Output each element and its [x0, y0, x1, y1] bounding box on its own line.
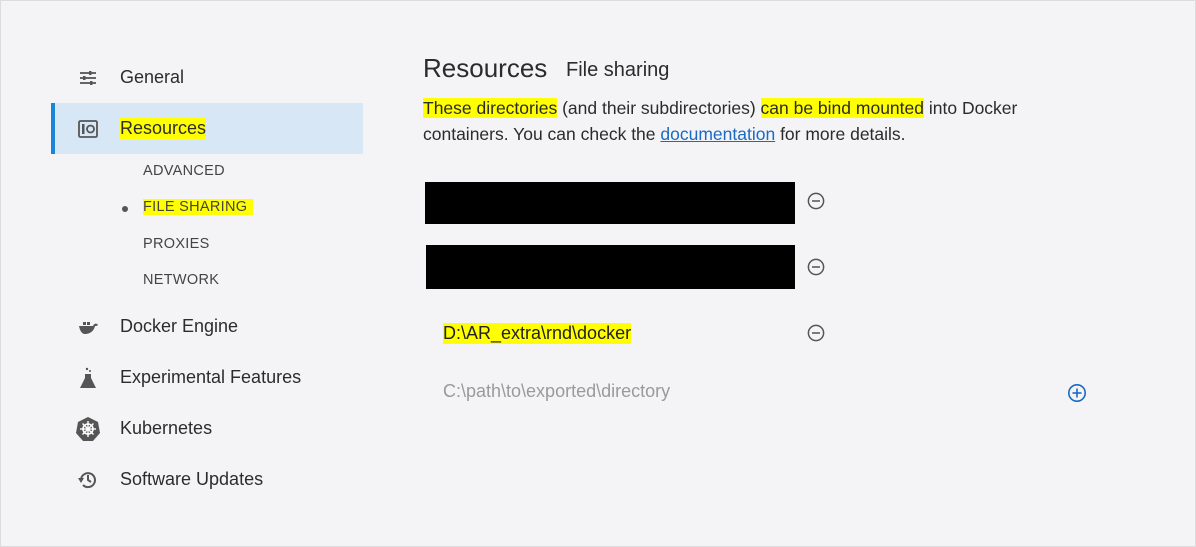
minus-circle-icon: [807, 324, 825, 342]
remove-directory-button[interactable]: [807, 192, 825, 210]
desc-part1: These directories: [423, 98, 558, 118]
page-subtitle: File sharing: [566, 59, 670, 81]
redacted-path: [426, 245, 795, 289]
sidebar-item-experimental[interactable]: Experimental Features: [51, 352, 363, 403]
description: These directories (and their subdirector…: [423, 95, 1083, 147]
sidebar: General Resources ADVANCED FILE SHARING …: [1, 1, 363, 546]
directory-row: [426, 245, 826, 289]
sidebar-item-general[interactable]: General: [51, 52, 363, 103]
page-title: Resources: [423, 53, 548, 83]
remove-directory-button[interactable]: [807, 258, 825, 276]
desc-part2: (and their subdirectories): [557, 98, 761, 118]
documentation-link[interactable]: documentation: [660, 124, 775, 144]
new-path-input[interactable]: [443, 381, 1043, 402]
desc-part3: can be bind mounted: [760, 98, 924, 118]
redacted-path: [425, 182, 795, 224]
sidebar-item-label: Kubernetes: [120, 418, 213, 438]
sidebar-item-label: Experimental Features: [120, 367, 302, 387]
sidebar-item-label: Resources: [120, 118, 207, 139]
sidebar-item-docker-engine[interactable]: Docker Engine: [51, 301, 363, 352]
sidebar-item-resources[interactable]: Resources: [51, 103, 363, 154]
subnav-item-file-sharing[interactable]: FILE SHARING: [143, 199, 254, 215]
directory-path: D:\AR_extra\rnd\docker: [443, 323, 632, 344]
sidebar-item-label: Docker Engine: [120, 316, 239, 336]
history-icon: [75, 467, 101, 493]
main-content: Resources File sharing These directories…: [423, 1, 1195, 546]
helm-icon: [75, 416, 101, 442]
subnav-item-proxies[interactable]: PROXIES: [143, 236, 210, 252]
directory-row: [425, 182, 825, 224]
directory-row: D:\AR_extra\rnd\docker: [425, 315, 825, 357]
add-directory-button[interactable]: [1067, 383, 1087, 403]
active-dot: [122, 206, 128, 212]
sidebar-item-software-updates[interactable]: Software Updates: [51, 454, 363, 505]
sidebar-item-label: Software Updates: [120, 469, 264, 489]
plus-circle-icon: [1068, 384, 1086, 402]
sliders-icon: [75, 65, 101, 91]
sidebar-item-label: General: [120, 67, 185, 87]
subnav-item-network[interactable]: NETWORK: [143, 272, 219, 288]
remove-directory-button[interactable]: [807, 324, 825, 342]
minus-circle-icon: [807, 192, 825, 210]
subnav-item-advanced[interactable]: ADVANCED: [143, 163, 225, 179]
desc-part5: for more details.: [775, 124, 906, 144]
minus-circle-icon: [807, 258, 825, 276]
sidebar-item-kubernetes[interactable]: Kubernetes: [51, 403, 363, 454]
flask-icon: [75, 365, 101, 391]
resources-icon: [75, 116, 101, 142]
whale-icon: [75, 314, 101, 340]
